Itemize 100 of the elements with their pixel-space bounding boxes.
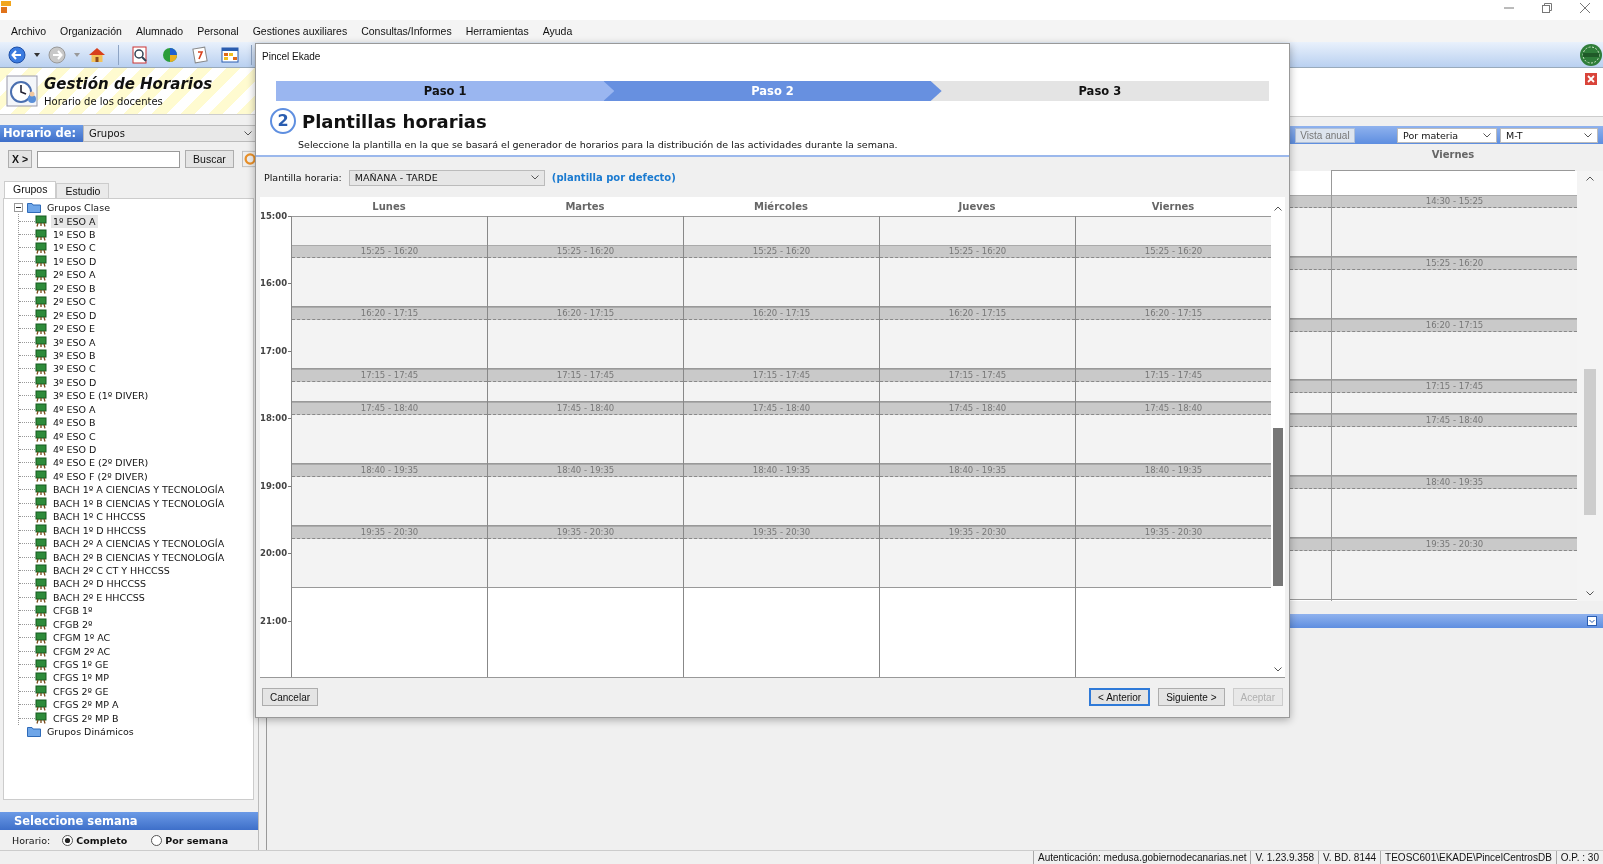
- menu-item[interactable]: Personal: [190, 25, 246, 37]
- radio-label[interactable]: Completo: [76, 834, 128, 846]
- status-field: V. BD. 8144: [1318, 851, 1381, 864]
- tree-item[interactable]: 1º ESO B: [51, 228, 98, 241]
- slot-time: 15:25 - 16:20: [292, 245, 487, 259]
- slot-time: 18:40 - 19:35: [880, 464, 1075, 478]
- slot-time: 15:25 - 16:20: [1076, 245, 1271, 259]
- tree-item[interactable]: BACH 2º B CIENCIAS Y TECNOLOGÍA: [51, 550, 227, 564]
- status-field: V. 1.23.9.358: [1250, 851, 1319, 864]
- menu-item[interactable]: Consultas/Informes: [354, 25, 459, 37]
- step-number: 2: [270, 108, 296, 134]
- tree-item[interactable]: 4º ESO E (2º DIVER): [51, 456, 151, 470]
- dialog-button[interactable]: Siguiente >: [1158, 688, 1225, 706]
- tree-item[interactable]: 2º ESO A: [51, 268, 98, 282]
- schedule-of-select[interactable]: Grupos: [83, 124, 258, 142]
- tree-item[interactable]: 4º ESO F (2º DIVER): [51, 469, 150, 483]
- tree-item[interactable]: CFGS 2º GE: [51, 684, 111, 698]
- tree-item[interactable]: 4º ESO A: [51, 402, 98, 416]
- tree-item[interactable]: BACH 1º B CIENCIAS Y TECNOLOGÍA: [51, 496, 227, 510]
- slot-time: 15:25 - 16:20: [684, 245, 879, 259]
- tree-item[interactable]: 3º ESO D: [51, 375, 99, 389]
- template-select[interactable]: MAÑANA - TARDE: [348, 169, 545, 186]
- slot-time: 17:45 - 18:40: [684, 402, 879, 416]
- tree-item[interactable]: 4º ESO C: [51, 429, 98, 443]
- status-field: O.P. : 30: [1555, 851, 1603, 864]
- filter-select[interactable]: Por materia: [1397, 127, 1497, 143]
- tree-item[interactable]: BACH 2º E HHCCSS: [51, 590, 147, 604]
- dialog-heading: Plantillas horarias: [302, 110, 487, 132]
- tree-item[interactable]: CFGS 2º MP A: [51, 698, 121, 712]
- dialog-button[interactable]: Cancelar: [262, 688, 319, 706]
- slot-time: 17:45 - 18:40: [880, 402, 1075, 416]
- tree-item[interactable]: Grupos Dinámicos: [45, 725, 136, 739]
- shift-select[interactable]: M-T: [1500, 127, 1598, 143]
- slot-time: 17:45 - 18:40: [1076, 402, 1271, 416]
- tree-item[interactable]: 4º ESO B: [51, 416, 98, 430]
- wizard-step: Paso 3: [930, 81, 1269, 101]
- tree-item[interactable]: CFGS 1º GE: [51, 658, 111, 671]
- hour-label: 20:00: [260, 548, 288, 559]
- tree-item[interactable]: 2º ESO D: [51, 308, 99, 322]
- tree-item[interactable]: 2º ESO E: [51, 322, 98, 336]
- slot-time: 14:30 - 15:25: [1332, 195, 1577, 208]
- schedule-of-label: Horario de:: [0, 124, 83, 142]
- tree-item[interactable]: BACH 2º C CT Y HHCCSS: [51, 563, 172, 577]
- slot-time: 17:45 - 18:40: [292, 402, 487, 416]
- tree-item[interactable]: CFGS 2º MP B: [51, 711, 121, 725]
- slot-time: 15:25 - 16:20: [488, 245, 683, 259]
- tree-item[interactable]: Grupos Clase: [45, 201, 112, 215]
- menu-item[interactable]: Organización: [53, 25, 129, 37]
- annual-view-button[interactable]: Vista anual: [1295, 127, 1355, 143]
- tree-item[interactable]: CFGB 2º: [51, 617, 95, 631]
- tree-item[interactable]: CFGB 1º: [51, 604, 95, 618]
- clear-button[interactable]: X >: [8, 150, 33, 169]
- slot-time: 17:45 - 18:40: [1332, 414, 1577, 428]
- tree-item[interactable]: 1º ESO C: [51, 241, 98, 255]
- hour-label: 18:00: [260, 413, 288, 424]
- tree-item[interactable]: 2º ESO C: [51, 295, 98, 309]
- tree-item[interactable]: CFGM 2º AC: [51, 644, 113, 658]
- tree-item[interactable]: 4º ESO D: [51, 443, 99, 456]
- search-button[interactable]: Buscar: [185, 150, 234, 169]
- tree-item[interactable]: CFGS 1º MP: [51, 671, 111, 685]
- tree-item[interactable]: BACH 2º D HHCCSS: [51, 577, 149, 591]
- tree-item[interactable]: 1º ESO D: [51, 254, 99, 268]
- tree-item[interactable]: BACH 1º A CIENCIAS Y TECNOLOGÍA: [51, 483, 227, 497]
- menu-item[interactable]: Alumnado: [128, 25, 191, 37]
- slot-time: 18:40 - 19:35: [684, 464, 879, 478]
- day-header: Jueves: [957, 200, 997, 214]
- default-template-note: (plantilla por defecto): [551, 172, 676, 183]
- tree-item[interactable]: 3º ESO E (1º DIVER): [51, 389, 151, 403]
- tab[interactable]: Grupos: [4, 180, 57, 198]
- slot-time: 18:40 - 19:35: [1076, 464, 1271, 478]
- dialog-button[interactable]: < Anterior: [1089, 688, 1151, 706]
- tree-item[interactable]: BACH 2º A CIENCIAS Y TECNOLOGÍA: [51, 537, 227, 551]
- tree-item[interactable]: 3º ESO C: [51, 362, 98, 376]
- hour-label: 17:00: [260, 345, 288, 356]
- day-header: Martes: [564, 200, 606, 214]
- wizard-step: Paso 2: [603, 81, 942, 101]
- slot-time: 19:35 - 20:30: [1076, 526, 1271, 540]
- tree-item[interactable]: CFGM 1º AC: [51, 631, 113, 645]
- module-title: Gestión de Horarios: [44, 74, 213, 93]
- day-header: Miércoles: [752, 200, 810, 214]
- tree-item[interactable]: 2º ESO B: [51, 281, 98, 295]
- tab[interactable]: Estudio: [56, 182, 110, 198]
- tree-item[interactable]: 3º ESO A: [51, 335, 98, 349]
- dialog-title: Pincel Ekade: [261, 50, 322, 64]
- tree-item[interactable]: BACH 1º D HHCCSS: [51, 523, 149, 537]
- slot-time: 18:40 - 19:35: [488, 464, 683, 478]
- menu-item[interactable]: Gestiones auxiliares: [245, 25, 355, 37]
- day-header: Lunes: [371, 200, 407, 214]
- slot-time: 15:25 - 16:20: [880, 245, 1075, 259]
- slot-time: 19:35 - 20:30: [684, 526, 879, 540]
- menu-item[interactable]: Herramientas: [458, 25, 536, 37]
- tree-item[interactable]: 1º ESO A: [51, 214, 98, 228]
- menu-item[interactable]: Ayuda: [535, 25, 580, 37]
- tree-item[interactable]: 3º ESO B: [51, 348, 98, 362]
- radio-label[interactable]: Por semana: [165, 834, 229, 846]
- slot-time: 19:35 - 20:30: [292, 526, 487, 540]
- slot-time: 19:35 - 20:30: [880, 526, 1075, 540]
- menu-item[interactable]: Archivo: [4, 25, 53, 37]
- week-panel-header: Seleccione semana: [0, 812, 258, 831]
- tree-item[interactable]: BACH 1º C HHCCSS: [51, 510, 148, 524]
